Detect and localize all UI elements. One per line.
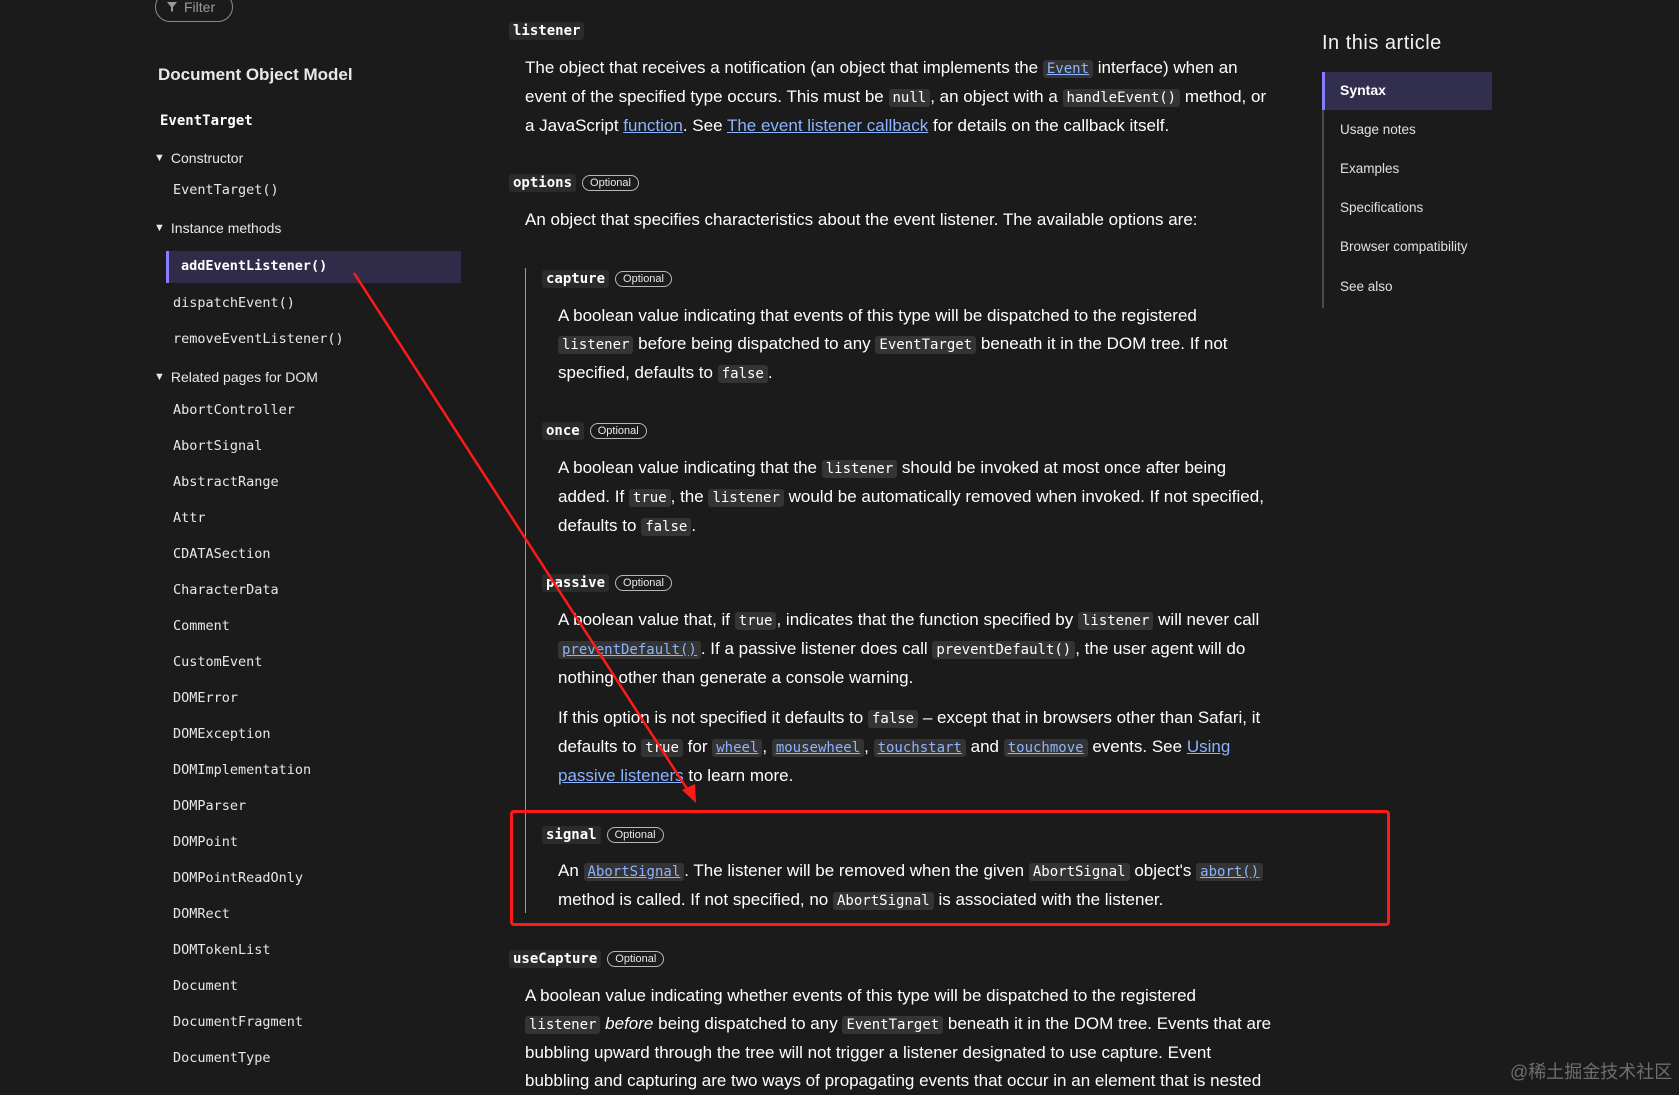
- toc-item-examples[interactable]: Examples: [1340, 161, 1399, 176]
- toc-item-syntax[interactable]: Syntax: [1322, 72, 1492, 110]
- watermark: @稀土掘金技术社区: [1510, 1062, 1673, 1082]
- toc-item-see-also[interactable]: See also: [1340, 279, 1393, 294]
- article-content: listener The object that receives a noti…: [0, 0, 1679, 1090]
- toc-item-usage-notes[interactable]: Usage notes: [1340, 122, 1416, 137]
- toc-title: In this article: [1322, 32, 1442, 54]
- toc-item-browser-compatibility[interactable]: Browser compatibility: [1340, 239, 1468, 254]
- toc-item-specifications[interactable]: Specifications: [1340, 200, 1423, 215]
- annotation-arrow-icon: [352, 272, 696, 803]
- toc-item-label: Syntax: [1340, 82, 1386, 98]
